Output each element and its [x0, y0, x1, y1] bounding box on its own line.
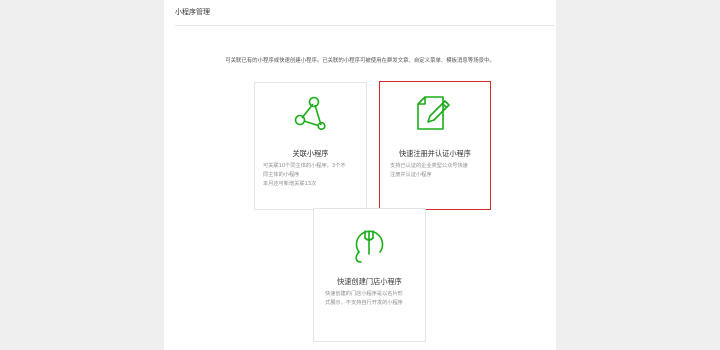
card-description: 支持已认证的企业类型公众号快速 注册并认证小程序: [390, 162, 468, 180]
card-desc-line: 可关联10个同主体的小程序，3个不: [263, 163, 346, 169]
store-mini-program-card[interactable]: 快速创建门店小程序 快速创建的门店小程序是以名片形 式展示，不支持自行开发的小程…: [313, 208, 426, 342]
card-description: 快速创建的门店小程序是以名片形 式展示，不支持自行开发的小程序: [325, 290, 403, 308]
card-description: 可关联10个同主体的小程序，3个不 同主体的小程序 本月还可新增关联13次: [263, 162, 346, 189]
card-desc-line: 本月还可新增关联13次: [263, 181, 317, 187]
card-title: 关联小程序: [292, 149, 329, 158]
card-desc-line: 支持已认证的企业类型公众号快速: [390, 163, 468, 169]
card-title: 快速注册并认证小程序: [399, 149, 471, 158]
share-nodes-icon: [294, 96, 326, 131]
quick-register-card[interactable]: 快速注册并认证小程序 支持已认证的企业类型公众号快速 注册并认证小程序: [379, 81, 491, 210]
document-edit-icon: [417, 96, 450, 130]
link-mini-program-card[interactable]: 关联小程序 可关联10个同主体的小程序，3个不 同主体的小程序 本月还可新增关联…: [254, 82, 367, 210]
card-desc-line: 同主体的小程序: [263, 172, 300, 178]
card-title: 快速创建门店小程序: [337, 277, 402, 286]
title-divider: [175, 25, 554, 26]
card-desc-line: 快速创建的门店小程序是以名片形: [325, 291, 403, 297]
page-title: 小程序管理: [175, 8, 210, 16]
card-desc-line: 式展示，不支持自行开发的小程序: [325, 300, 403, 306]
intro-text: 可关联已有的小程序或快速创建小程序。已关联的小程序可被使用在群发文章、自定义菜单…: [225, 58, 495, 64]
card-desc-line: 注册并认证小程序: [390, 172, 432, 178]
store-fork-icon: [355, 230, 384, 263]
